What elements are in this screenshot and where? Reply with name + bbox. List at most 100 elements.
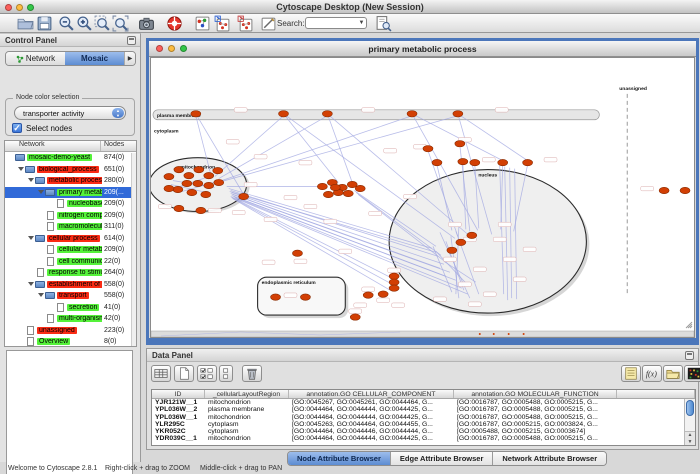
graph-node[interactable] [239,193,249,199]
graph-node[interactable] [187,189,197,195]
select-nodes-checkbox[interactable]: ✓ [12,123,22,133]
table-cell[interactable]: [GO:0016787, GO:0005488, GO:0005215, G..… [454,414,617,421]
attribute-table[interactable]: ID_cellularLayoutRegionannotation.GO CEL… [151,389,696,446]
table-row[interactable]: YPL036W__2plasma membrane[GO:0044464, GO… [152,406,695,413]
table-cell[interactable]: [GO:0005488, GO:0005215, GO:0003674] [454,428,617,435]
graph-node[interactable] [174,205,184,211]
table-row[interactable]: YKR052Ccytoplasm[GO:0044464, GO:0044446,… [152,428,695,435]
annotate-icon[interactable] [260,15,277,32]
graph-node[interactable] [523,159,533,165]
table-cell[interactable]: [GO:0044464, GO:0044444, GO:0044425, G..… [289,435,454,442]
graph-node[interactable] [204,182,214,188]
zoom-fit-icon[interactable] [112,15,129,32]
graph-node[interactable] [174,166,184,172]
tree-row-overview[interactable]: Overview8(0) [5,336,136,347]
graph-node[interactable] [680,187,690,193]
graph-node[interactable] [164,185,174,191]
open-icon[interactable] [17,15,34,32]
modify-network-remove-icon[interactable] [237,15,254,32]
table-cell[interactable]: mitochondrion [205,414,289,421]
graph-node[interactable] [184,172,194,178]
table-cell[interactable]: YKR052C [152,428,205,435]
graph-node[interactable] [193,180,203,186]
table-row[interactable]: YPL036W__1mitochondrion[GO:0044464, GO:0… [152,414,695,421]
scrollbar-thumb[interactable] [686,400,694,416]
tree-expander-icon[interactable] [27,235,35,242]
window-titlebar[interactable]: Cytoscape Desktop (New Session) [0,0,700,14]
graph-node[interactable] [453,111,463,117]
column-header[interactable]: _cellularLayoutRegion [205,390,289,398]
graph-node[interactable] [323,191,333,197]
graph-node[interactable] [214,179,224,185]
tree-expander-icon[interactable] [17,166,25,173]
graph-node[interactable] [432,159,442,165]
vizmapper-icon[interactable] [194,15,211,32]
tree-row-secretion[interactable]: secretion41(0) [5,302,136,314]
tree-header-nodes[interactable]: Nodes [100,141,136,151]
graph-node[interactable] [350,314,360,320]
table-cell[interactable]: [GO:0044464, GO:0044444, GO:0044425, G..… [289,414,454,421]
tree-row-transport[interactable]: transport558(0) [5,290,136,302]
tree-header-network[interactable]: Network [5,141,100,151]
table-cell[interactable]: [GO:0045267, GO:0045261, GO:0044464, G..… [289,399,454,406]
delete-attribute-icon[interactable] [242,365,262,382]
tree-expander-icon[interactable] [27,281,35,288]
graph-node[interactable] [182,180,192,186]
graph-node[interactable] [389,273,399,279]
modify-network-add-icon[interactable] [214,15,231,32]
tab-mosaic[interactable]: Mosaic [65,52,124,65]
table-cell[interactable]: YPL036W__1 [152,414,205,421]
tab-overflow-arrow-icon[interactable]: ▶ [124,52,135,65]
attribute-matrix-icon[interactable] [684,365,700,382]
table-cell[interactable]: cytoplasm [205,428,289,435]
import-attributes-icon[interactable] [663,365,683,382]
table-cell[interactable]: YLR295C [152,421,205,428]
table-row[interactable]: YJR121W__1mitochondrion[GO:0045267, GO:0… [152,399,695,406]
graph-node[interactable] [458,158,468,164]
table-cell[interactable]: [GO:0016787, GO:0005488, GO:0005215, G..… [454,406,617,413]
table-row[interactable]: YLR295Ccytoplasm[GO:0045263, GO:0044464,… [152,421,695,428]
table-cell[interactable]: YJR121W__1 [152,399,205,406]
graph-node[interactable] [279,111,289,117]
search-options-icon[interactable] [375,15,392,32]
data-panel-float-icon[interactable] [685,351,694,360]
network-window-titlebar[interactable]: primary metabolic process [149,41,696,57]
graph-node[interactable] [389,285,399,291]
graph-node[interactable] [191,111,201,117]
graph-node[interactable] [196,207,206,213]
graph-node[interactable] [213,167,223,173]
tree-row-cellular-metabo[interactable]: cellular metabo209(0) [5,244,136,256]
graph-node[interactable] [467,232,477,238]
table-cell[interactable]: [GO:0044464, GO:0044444, GO:0044425, G..… [289,406,454,413]
tree-row-unassigned[interactable]: unassigned223(0) [5,325,136,337]
graph-node[interactable] [271,294,281,300]
select-attributes-icon[interactable] [197,365,217,382]
table-cell[interactable]: YDR039C__1 [152,435,205,442]
tree-row-nitrogen-compo[interactable]: nitrogen compo209(0) [5,210,136,222]
column-header[interactable]: annotation.GO CELLULAR_COMPONENT [289,390,454,398]
control-panel-header[interactable]: Control Panel [0,34,140,47]
graph-node[interactable] [378,291,388,297]
graph-node[interactable] [423,145,433,151]
tree-expander-icon[interactable] [37,189,45,196]
graph-node[interactable] [456,239,466,245]
graph-node[interactable] [363,292,373,298]
snapshot-icon[interactable] [138,15,155,32]
unselect-attributes-icon[interactable] [219,365,233,382]
tree-row-biological-process[interactable]: biological_process651(0) [5,164,136,176]
table-row[interactable]: YDR039C__1mitochondrion[GO:0044464, GO:0… [152,435,695,442]
help-icon[interactable] [166,15,183,32]
graph-node[interactable] [164,173,174,179]
table-cell[interactable]: [GO:0016787, GO:0005488, GO:0005215, G..… [454,399,617,406]
table-cell[interactable]: [GO:0045263, GO:0044464, GO:0044455, G..… [289,421,454,428]
search-dropdown-arrow-icon[interactable]: ▼ [357,18,366,28]
tree-scrollbar[interactable] [131,153,136,346]
graph-node[interactable] [355,185,365,191]
column-header[interactable]: ID [152,390,205,398]
float-panel-icon[interactable] [127,36,136,45]
graph-node[interactable] [300,294,310,300]
attribute-grid-icon[interactable] [151,365,171,382]
graph-node[interactable] [470,159,480,165]
graph-node[interactable] [447,247,457,253]
graph-node[interactable] [407,111,417,117]
